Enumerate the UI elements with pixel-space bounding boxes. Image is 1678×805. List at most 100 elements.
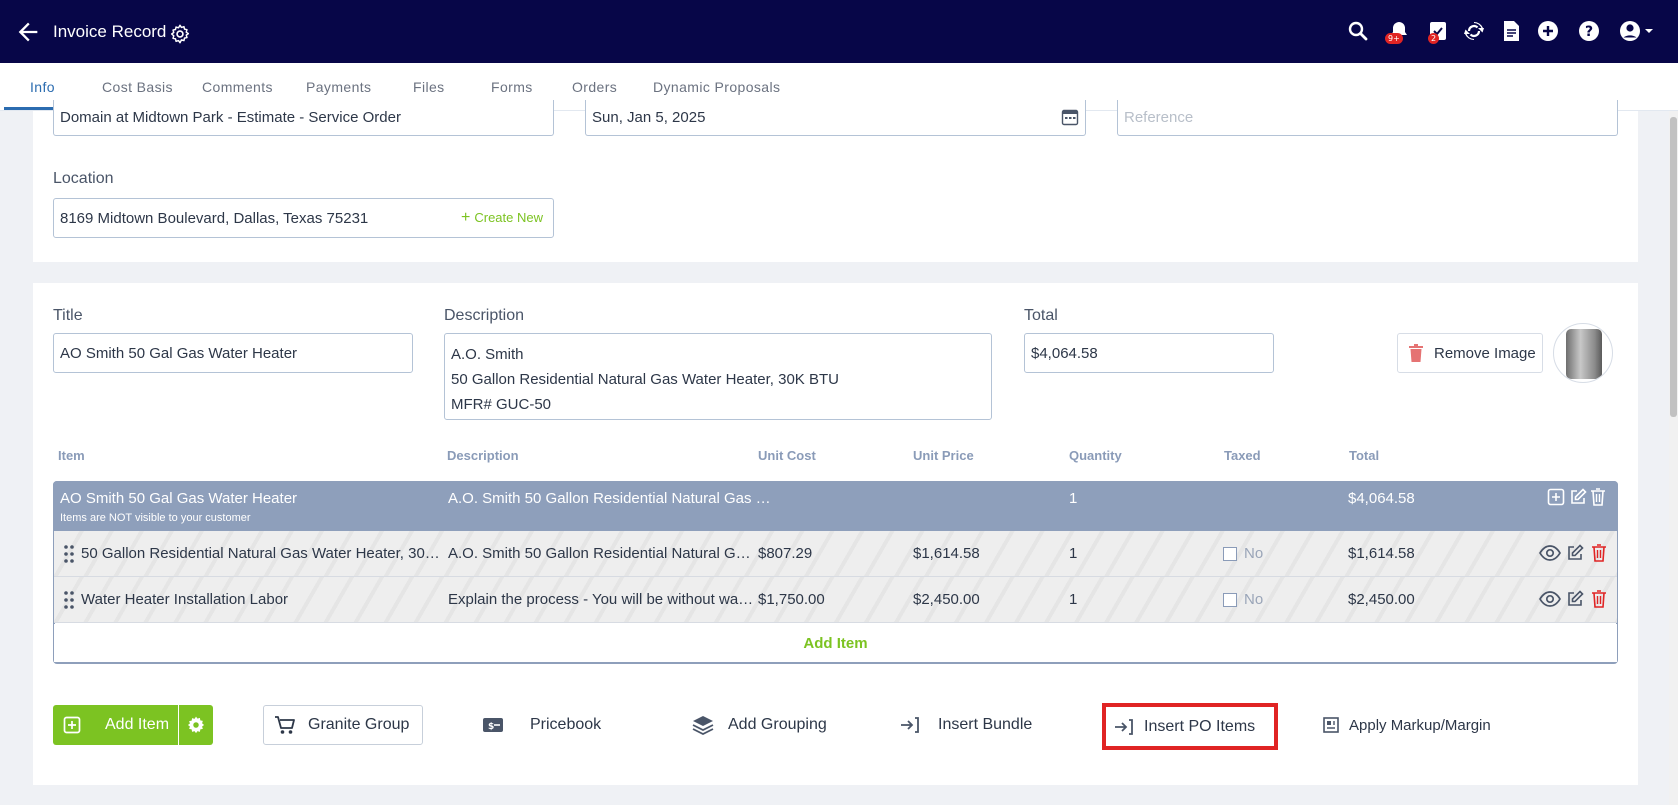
gear-icon <box>186 715 206 735</box>
svg-text:?: ? <box>1585 24 1593 40</box>
row-unit-cost: $807.29 <box>758 545 813 562</box>
tab-payments[interactable]: Payments <box>306 79 371 95</box>
search-icon[interactable] <box>1346 19 1372 45</box>
help-icon[interactable]: ? <box>1577 19 1603 45</box>
group-row[interactable]: AO Smith 50 Gal Gas Water Heater Items a… <box>53 481 1618 531</box>
scrollbar-track[interactable] <box>1669 111 1678 805</box>
svg-text:$: $ <box>488 722 494 732</box>
group-quantity: 1 <box>1069 490 1078 507</box>
apply-markup-button[interactable]: Apply Markup/Margin <box>1323 705 1491 745</box>
add-grouping-button[interactable]: Add Grouping <box>692 705 827 745</box>
column-header-unit-cost: Unit Cost <box>758 448 816 463</box>
page-title: Invoice Record <box>53 22 167 41</box>
tab-files[interactable]: Files <box>413 79 445 95</box>
create-new-location-button[interactable]: + Create New <box>461 209 543 226</box>
drag-handle-icon[interactable] <box>64 591 74 609</box>
delete-icon[interactable] <box>1591 590 1607 608</box>
description-line: MFR# GUC-50 <box>451 396 552 413</box>
total-field[interactable]: $4,064.58 <box>1024 333 1274 373</box>
title-field[interactable]: AO Smith 50 Gal Gas Water Heater <box>53 333 413 373</box>
column-header-description: Description <box>447 448 519 463</box>
granite-group-button[interactable]: Granite Group <box>263 705 423 745</box>
add-item-button[interactable]: Add Item <box>53 705 178 745</box>
document-icon[interactable] <box>1499 19 1525 45</box>
row-taxed: No <box>1244 545 1264 562</box>
insert-po-items-button[interactable]: Insert PO Items <box>1102 703 1278 750</box>
edit-icon[interactable] <box>1569 488 1587 506</box>
calendar-icon[interactable] <box>1061 108 1079 126</box>
apply-markup-label: Apply Markup/Margin <box>1349 716 1491 734</box>
expand-plus-icon[interactable] <box>1547 488 1565 506</box>
insert-arrow-icon <box>1114 718 1134 736</box>
edit-icon[interactable] <box>1566 590 1584 608</box>
remove-image-button[interactable]: Remove Image <box>1397 333 1543 373</box>
tab-comments[interactable]: Comments <box>202 79 273 95</box>
tasks-badge: 2 <box>1428 33 1440 44</box>
column-header-quantity: Quantity <box>1069 448 1122 463</box>
settings-gear-icon[interactable] <box>169 23 191 45</box>
taxed-checkbox[interactable] <box>1223 547 1237 561</box>
table-row[interactable]: Water Heater Installation Labor Explain … <box>54 577 1617 623</box>
add-item-label: Add Item <box>105 716 170 733</box>
scrollbar-thumb[interactable] <box>1670 117 1677 417</box>
add-circle-icon[interactable] <box>1536 19 1562 45</box>
add-square-icon <box>63 716 81 734</box>
group-description: A.O. Smith 50 Gallon Residential Natural… <box>448 490 778 507</box>
delete-icon[interactable] <box>1590 488 1606 506</box>
description-field[interactable]: A.O. Smith 50 Gallon Residential Natural… <box>444 333 992 420</box>
description-line: 50 Gallon Residential Natural Gas Water … <box>451 371 839 388</box>
back-arrow-icon[interactable] <box>14 18 42 46</box>
row-item: Water Heater Installation Labor <box>81 591 289 608</box>
description-line: A.O. Smith <box>451 346 524 363</box>
pricebook-label: Pricebook <box>530 716 602 733</box>
insert-bundle-button[interactable]: Insert Bundle <box>900 705 1032 745</box>
eye-icon[interactable] <box>1539 590 1561 608</box>
location-value: 8169 Midtown Boulevard, Dallas, Texas 75… <box>60 209 369 227</box>
notifications-bell-icon[interactable]: 9+ <box>1385 19 1413 45</box>
location-field[interactable]: 8169 Midtown Boulevard, Dallas, Texas 75… <box>53 198 554 238</box>
row-quantity: 1 <box>1069 545 1078 562</box>
pricebook-icon: $ <box>482 717 504 733</box>
tab-forms[interactable]: Forms <box>491 79 533 95</box>
user-account-icon[interactable] <box>1618 19 1658 45</box>
date-field[interactable]: Sun, Jan 5, 2025 <box>585 100 1086 136</box>
tab-orders[interactable]: Orders <box>572 79 617 95</box>
plus-icon: + <box>461 209 471 226</box>
insert-bundle-label: Insert Bundle <box>938 716 1033 733</box>
trash-icon <box>1408 344 1424 362</box>
top-bar: Invoice Record 9+ 2 ? <box>0 0 1678 63</box>
column-header-total: Total <box>1349 448 1380 463</box>
name-field[interactable]: Domain at Midtown Park - Estimate - Serv… <box>53 100 554 136</box>
reference-field[interactable]: Reference <box>1117 100 1618 136</box>
column-header-taxed: Taxed <box>1224 448 1261 463</box>
insert-po-items-label: Insert PO Items <box>1144 717 1256 735</box>
add-item-settings-button[interactable] <box>179 705 213 745</box>
sync-icon[interactable] <box>1462 19 1488 45</box>
delete-icon[interactable] <box>1591 544 1607 562</box>
tab-cost-basis[interactable]: Cost Basis <box>102 79 173 95</box>
drag-handle-icon[interactable] <box>64 545 74 563</box>
row-total: $2,450.00 <box>1348 591 1415 608</box>
row-item: 50 Gallon Residential Natural Gas Water … <box>81 545 443 562</box>
tab-dynamic-proposals[interactable]: Dynamic Proposals <box>653 79 780 95</box>
column-header-item: Item <box>58 448 85 463</box>
row-quantity: 1 <box>1069 591 1078 608</box>
row-unit-cost: $1,750.00 <box>758 591 825 608</box>
taxed-checkbox[interactable] <box>1223 593 1237 607</box>
product-image[interactable] <box>1553 323 1613 383</box>
eye-icon[interactable] <box>1539 544 1561 562</box>
tab-info[interactable]: Info <box>30 79 55 95</box>
description-label: Description <box>444 307 525 324</box>
table-row[interactable]: 50 Gallon Residential Natural Gas Water … <box>54 531 1617 577</box>
cart-icon <box>274 715 296 735</box>
group-visibility-note: Items are NOT visible to your customer <box>60 512 251 524</box>
pricebook-button[interactable]: $ Pricebook <box>482 705 601 745</box>
add-item-link[interactable]: Add Item <box>803 635 867 652</box>
edit-icon[interactable] <box>1566 544 1584 562</box>
total-label: Total <box>1024 307 1058 324</box>
row-unit-price: $1,614.58 <box>913 545 980 562</box>
row-unit-price: $2,450.00 <box>913 591 980 608</box>
layers-icon <box>692 715 714 735</box>
tasks-icon[interactable]: 2 <box>1426 19 1452 45</box>
granite-group-label: Granite Group <box>308 716 410 733</box>
